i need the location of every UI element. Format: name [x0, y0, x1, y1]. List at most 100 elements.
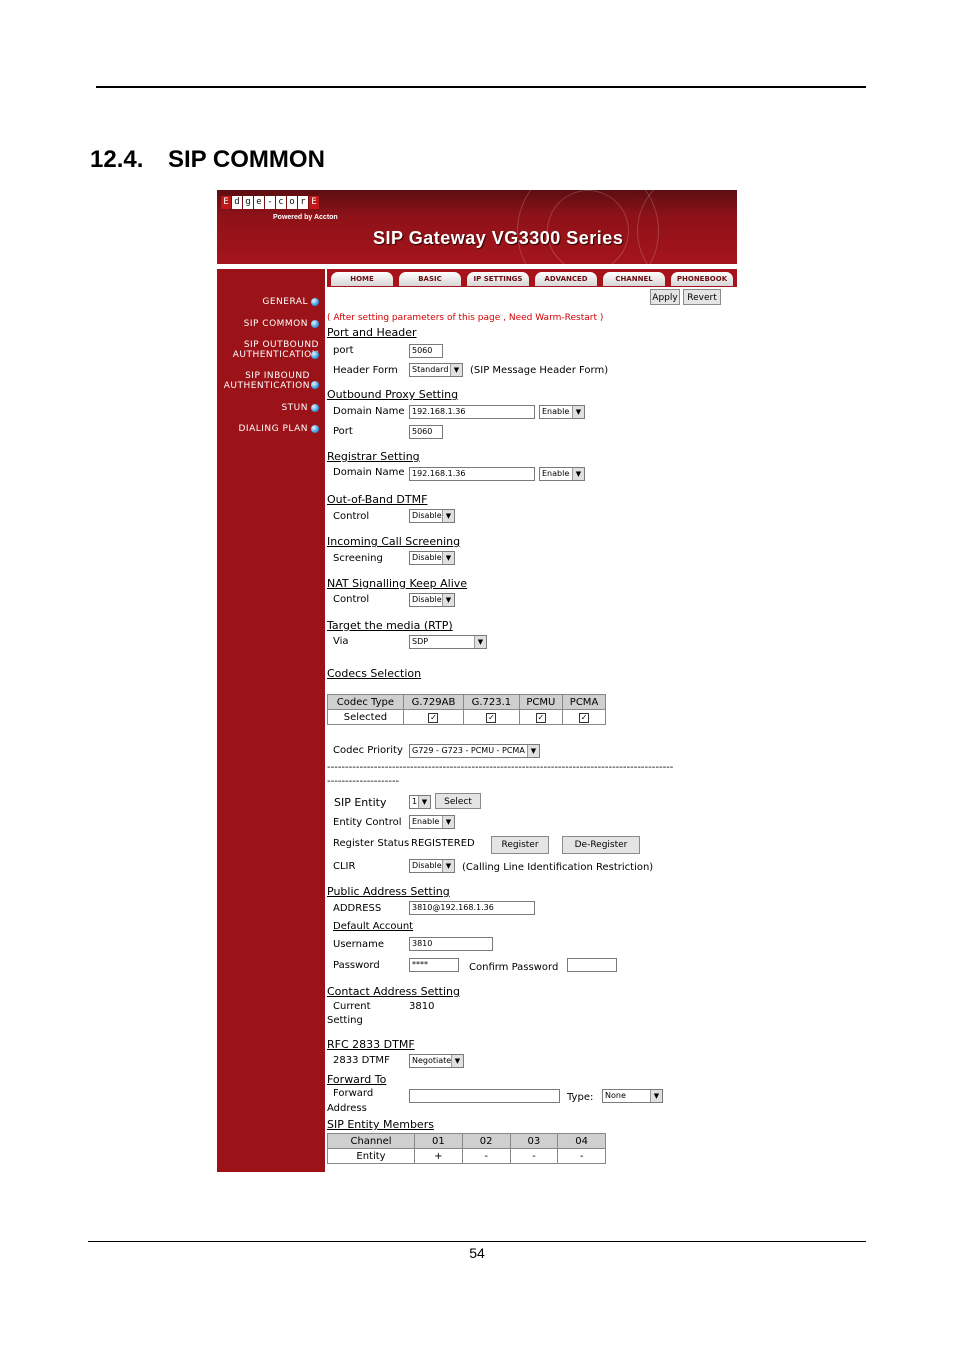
members-cell[interactable]: -	[509, 1148, 559, 1164]
codec-pcmu-checkbox[interactable]: ✓	[518, 709, 564, 725]
current-label: Current	[333, 1001, 371, 1012]
members-header-cell: Channel	[327, 1133, 415, 1149]
codec-g729-checkbox[interactable]: ✓	[402, 709, 465, 725]
section-codecs: Codecs Selection	[327, 667, 422, 680]
sidebar-item-general[interactable]: GENERAL	[262, 297, 319, 307]
header-form-label: Header Form	[333, 365, 398, 376]
bullet-icon	[311, 297, 319, 306]
sip-entity-select[interactable]: 1 ▼	[409, 795, 431, 809]
outbound-port-label: Port	[333, 426, 353, 437]
section-media-target: Target the media (RTP)	[327, 619, 453, 632]
registrar-enable-select[interactable]: Enable ▼	[539, 467, 585, 481]
bullet-icon	[311, 424, 319, 433]
sidebar-item-sip-outbound-auth[interactable]: SIP OUTBOUND AUTHENTICATION	[233, 340, 319, 360]
main-content: HOME BASIC IP SETTINGS ADVANCED CHANNEL …	[327, 269, 737, 1172]
codec-pcma-checkbox[interactable]: ✓	[562, 709, 606, 725]
oob-dtmf-label: Control	[333, 511, 370, 522]
chevron-down-icon: ▼	[442, 594, 454, 606]
default-account-link[interactable]: Default Account	[333, 921, 413, 932]
register-status-label: Register Status	[333, 838, 410, 849]
revert-button[interactable]: Revert	[683, 289, 721, 305]
nat-control-value: Disable	[412, 595, 442, 604]
members-header-cell: 04	[557, 1133, 606, 1149]
sidebar-item-label: GENERAL	[262, 297, 308, 307]
section-rfc2833: RFC 2833 DTMF	[327, 1038, 415, 1051]
sip-entity-value: 1	[412, 797, 418, 806]
codec-header-cell: Codec Type	[327, 694, 404, 710]
tab-phonebook[interactable]: PHONEBOOK	[671, 272, 733, 286]
sidebar-item-sip-common[interactable]: SIP COMMON	[244, 319, 319, 329]
chevron-down-icon: ▼	[442, 860, 454, 872]
confirm-password-input[interactable]	[567, 958, 617, 972]
header-form-select[interactable]: Standard ▼	[409, 363, 463, 377]
members-cell[interactable]: +	[414, 1148, 463, 1164]
clir-value: Disable	[412, 861, 442, 870]
section-outbound-proxy: Outbound Proxy Setting	[327, 388, 459, 401]
codec-g723-checkbox[interactable]: ✓	[463, 709, 520, 725]
media-via-label: Via	[333, 636, 349, 647]
codec-table: Codec Type G.729AB G.723.1 PCMU PCMA Sel…	[327, 694, 606, 725]
outbound-domain-label: Domain Name	[333, 406, 405, 417]
tab-channel[interactable]: CHANNEL	[603, 272, 665, 286]
page-number: 54	[469, 1245, 485, 1261]
outbound-enable-select[interactable]: Enable ▼	[539, 405, 585, 419]
codec-header-cell: G.729AB	[402, 694, 465, 710]
section-title-text: SIP COMMON	[168, 146, 325, 173]
clir-select[interactable]: Disable ▼	[409, 859, 455, 873]
sidebar-item-sip-inbound-auth[interactable]: SIP INBOUND AUTHENTICATION	[224, 371, 310, 391]
members-cell[interactable]: -	[461, 1148, 511, 1164]
register-button[interactable]: Register	[491, 836, 549, 854]
forward-address-input[interactable]	[409, 1089, 560, 1103]
entity-control-value: Enable	[412, 817, 440, 826]
entity-control-select[interactable]: Enable ▼	[409, 815, 455, 829]
checkbox-checked-icon: ✓	[428, 712, 439, 723]
port-input[interactable]: 5060	[409, 344, 443, 358]
address-input[interactable]: 3810@192.168.1.36	[409, 901, 535, 915]
rfc2833-select[interactable]: Negotiate ▼	[409, 1054, 464, 1068]
bullet-icon	[311, 403, 319, 412]
registrar-domain-input[interactable]: 192.168.1.36	[409, 467, 535, 481]
outbound-domain-input[interactable]: 192.168.1.36	[409, 405, 535, 419]
apply-button[interactable]: Apply	[650, 289, 680, 305]
chevron-down-icon: ▼	[572, 406, 584, 418]
nat-control-select[interactable]: Disable ▼	[409, 593, 455, 607]
current-value: 3810	[409, 1001, 435, 1012]
entity-control-label: Entity Control	[333, 817, 402, 828]
sidebar-item-dialing-plan[interactable]: DIALING PLAN	[238, 424, 319, 434]
outbound-port-input[interactable]: 5060	[409, 425, 443, 439]
clir-note: (Calling Line Identification Restriction…	[462, 862, 654, 873]
screening-value: Disable	[412, 553, 442, 562]
sidebar-item-stun[interactable]: STUN	[281, 403, 319, 413]
tab-advanced[interactable]: ADVANCED	[535, 272, 597, 286]
logo-letter: r	[298, 196, 308, 209]
bullet-icon	[311, 346, 319, 364]
codec-priority-select[interactable]: G729 - G723 - PCMU - PCMA ▼	[409, 744, 540, 758]
password-input[interactable]: ****	[409, 958, 459, 972]
tab-home[interactable]: HOME	[331, 272, 393, 286]
members-header-cell: 02	[461, 1133, 511, 1149]
setting-label: Setting	[327, 1015, 363, 1026]
deregister-button[interactable]: De-Register	[562, 836, 640, 854]
nat-control-label: Control	[333, 594, 370, 605]
registrar-domain-label: Domain Name	[333, 467, 405, 478]
powered-by: Powered by Accton	[273, 214, 338, 221]
chevron-down-icon: ▼	[650, 1090, 662, 1102]
members-cell[interactable]: -	[557, 1148, 606, 1164]
rfc2833-value: Negotiate	[412, 1056, 452, 1065]
select-button[interactable]: Select	[435, 793, 481, 809]
logo-letter: o	[287, 196, 297, 209]
section-port-header: Port and Header	[327, 326, 417, 339]
tab-ip-settings[interactable]: IP SETTINGS	[467, 272, 529, 286]
sidebar-item-label: SIP OUTBOUND AUTHENTICATION	[232, 340, 319, 360]
sidebar: GENERAL SIP COMMON SIP OUTBOUND AUTHENTI…	[217, 269, 325, 1172]
forward-type-select[interactable]: None ▼	[602, 1089, 663, 1103]
oob-dtmf-select[interactable]: Disable ▼	[409, 509, 455, 523]
banner-gear-decoration	[637, 190, 737, 264]
tab-basic[interactable]: BASIC	[399, 272, 461, 286]
screening-select[interactable]: Disable ▼	[409, 551, 455, 565]
header-rule	[96, 86, 866, 88]
username-input[interactable]: 3810	[409, 937, 493, 951]
forward-type-label: Type:	[567, 1092, 594, 1103]
sidebar-item-label: SIP INBOUND AUTHENTICATION	[223, 371, 310, 391]
media-via-select[interactable]: SDP ▼	[409, 635, 487, 649]
